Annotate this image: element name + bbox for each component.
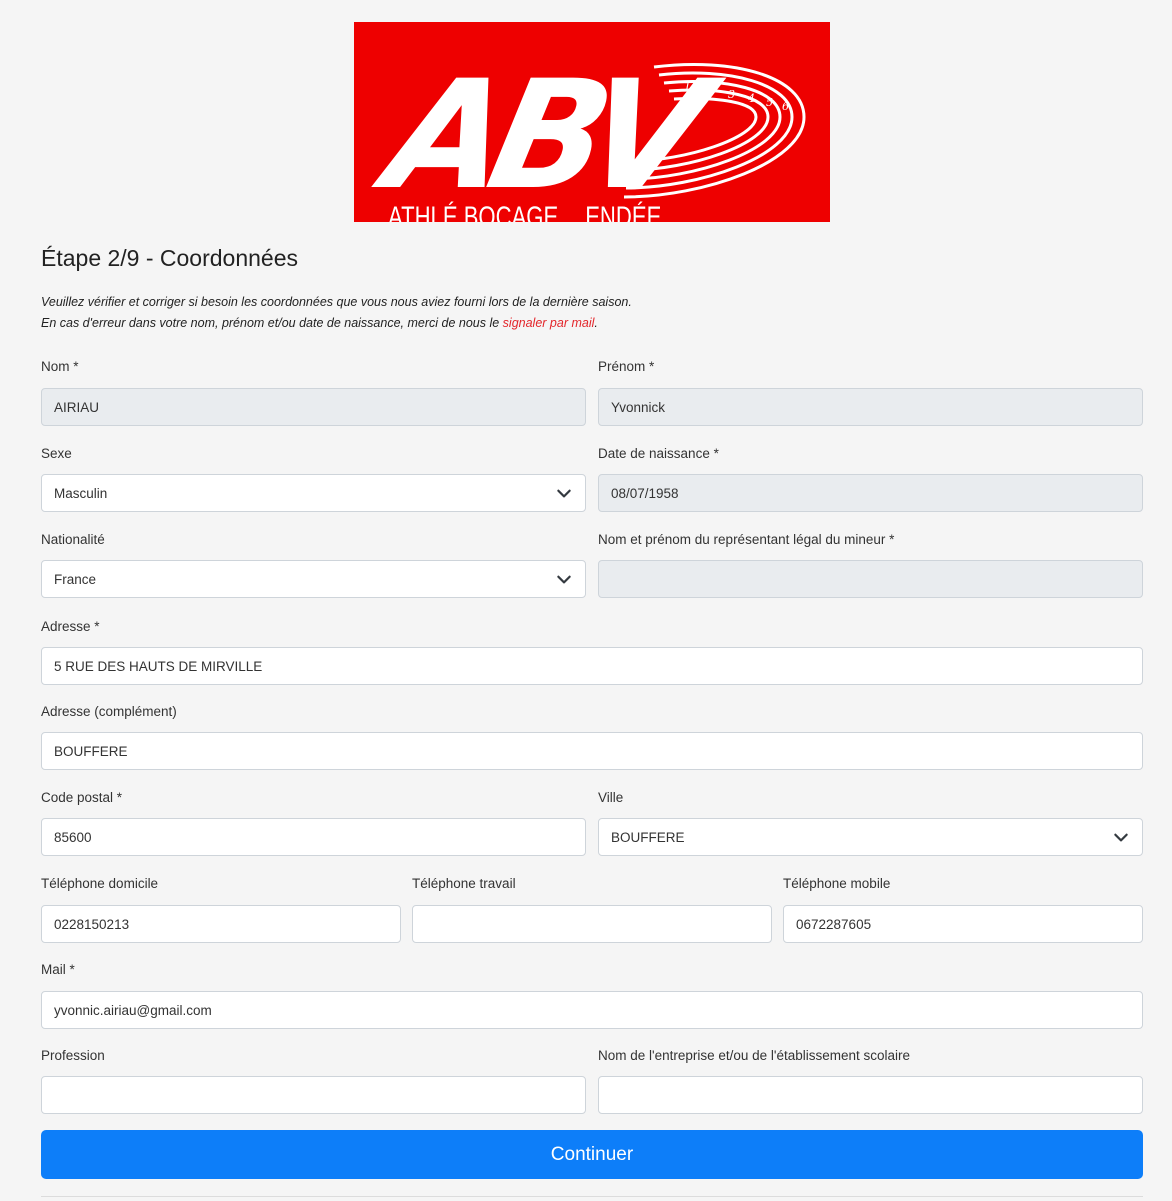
adresse-complement-label: Adresse (complément) bbox=[41, 704, 177, 719]
report-by-mail-link[interactable]: signaler par mail bbox=[503, 316, 595, 330]
lane-number-3: 3 bbox=[728, 88, 735, 101]
club-logo: 1 2 3 4 5 6 ABV ATHLÉ BOCAGE ENDÉE bbox=[354, 22, 830, 222]
chevron-down-icon bbox=[1114, 833, 1128, 842]
continue-button[interactable]: Continuer bbox=[41, 1130, 1143, 1179]
representant-label: Nom et prénom du représentant légal du m… bbox=[598, 532, 895, 547]
entreprise-field[interactable] bbox=[598, 1076, 1143, 1114]
logo-tagline-left: ATHLÉ BOCAGE bbox=[388, 201, 558, 222]
tel-travail-field[interactable] bbox=[412, 905, 772, 943]
intro-line-2: En cas d'erreur dans votre nom, prénom e… bbox=[41, 313, 632, 334]
ville-select-value: BOUFFERE bbox=[611, 829, 685, 845]
sexe-select[interactable]: Masculin bbox=[41, 474, 586, 512]
sexe-select-value: Masculin bbox=[54, 485, 108, 501]
mail-field[interactable]: yvonnic.airiau@gmail.com bbox=[41, 991, 1143, 1029]
profession-label: Profession bbox=[41, 1048, 105, 1063]
intro-line-2-suffix: . bbox=[594, 316, 598, 330]
nationalite-select-value: France bbox=[54, 571, 97, 587]
chevron-down-icon bbox=[557, 489, 571, 498]
registration-page: 1 2 3 4 5 6 ABV ATHLÉ BOCAGE ENDÉE Étape… bbox=[5, 0, 1167, 1201]
mail-label: Mail * bbox=[41, 962, 75, 977]
intro-line-2-prefix: En cas d'erreur dans votre nom, prénom e… bbox=[41, 316, 503, 330]
prenom-label: Prénom * bbox=[598, 359, 655, 374]
tel-mobile-label: Téléphone mobile bbox=[783, 876, 891, 891]
tel-domicile-field[interactable]: 0228150213 bbox=[41, 905, 401, 943]
tel-travail-label: Téléphone travail bbox=[412, 876, 516, 891]
representant-field[interactable] bbox=[598, 560, 1143, 598]
adresse-complement-field[interactable]: BOUFFERE bbox=[41, 732, 1143, 770]
date-naissance-field[interactable]: 08/07/1958 bbox=[598, 474, 1143, 512]
prenom-field[interactable]: Yvonnick bbox=[598, 388, 1143, 426]
entreprise-label: Nom de l'entreprise et/ou de l'établisse… bbox=[598, 1048, 911, 1063]
nom-field[interactable]: AIRIAU bbox=[41, 388, 586, 426]
intro-text: Veuillez vérifier et corriger si besoin … bbox=[41, 292, 632, 334]
chevron-down-icon bbox=[557, 575, 571, 584]
lane-number-4: 4 bbox=[747, 92, 755, 105]
abv-logo-graphic: 1 2 3 4 5 6 ABV ATHLÉ BOCAGE ENDÉE bbox=[354, 22, 830, 222]
ville-label: Ville bbox=[598, 790, 624, 805]
step-title: Étape 2/9 - Coordonnées bbox=[41, 245, 299, 271]
nationalite-label: Nationalité bbox=[41, 532, 105, 547]
adresse-label: Adresse * bbox=[41, 619, 100, 634]
tel-domicile-label: Téléphone domicile bbox=[41, 876, 159, 891]
ville-select[interactable]: BOUFFERE bbox=[598, 818, 1143, 856]
intro-line-1: Veuillez vérifier et corriger si besoin … bbox=[41, 295, 632, 309]
divider bbox=[41, 1196, 1143, 1197]
code-postal-field[interactable]: 85600 bbox=[41, 818, 586, 856]
adresse-field[interactable]: 5 RUE DES HAUTS DE MIRVILLE bbox=[41, 647, 1143, 685]
lane-number-6: 6 bbox=[782, 100, 789, 113]
profession-field[interactable] bbox=[41, 1076, 586, 1114]
tel-mobile-field[interactable]: 0672287605 bbox=[783, 905, 1143, 943]
nationalite-select[interactable]: France bbox=[41, 560, 586, 598]
code-postal-label: Code postal * bbox=[41, 790, 123, 805]
date-naissance-label: Date de naissance * bbox=[598, 446, 719, 461]
nom-label: Nom * bbox=[41, 359, 79, 374]
sexe-label: Sexe bbox=[41, 446, 72, 461]
lane-number-2: 2 bbox=[705, 84, 713, 97]
logo-tagline-right: ENDÉE bbox=[585, 201, 661, 222]
lane-number-5: 5 bbox=[766, 96, 773, 109]
